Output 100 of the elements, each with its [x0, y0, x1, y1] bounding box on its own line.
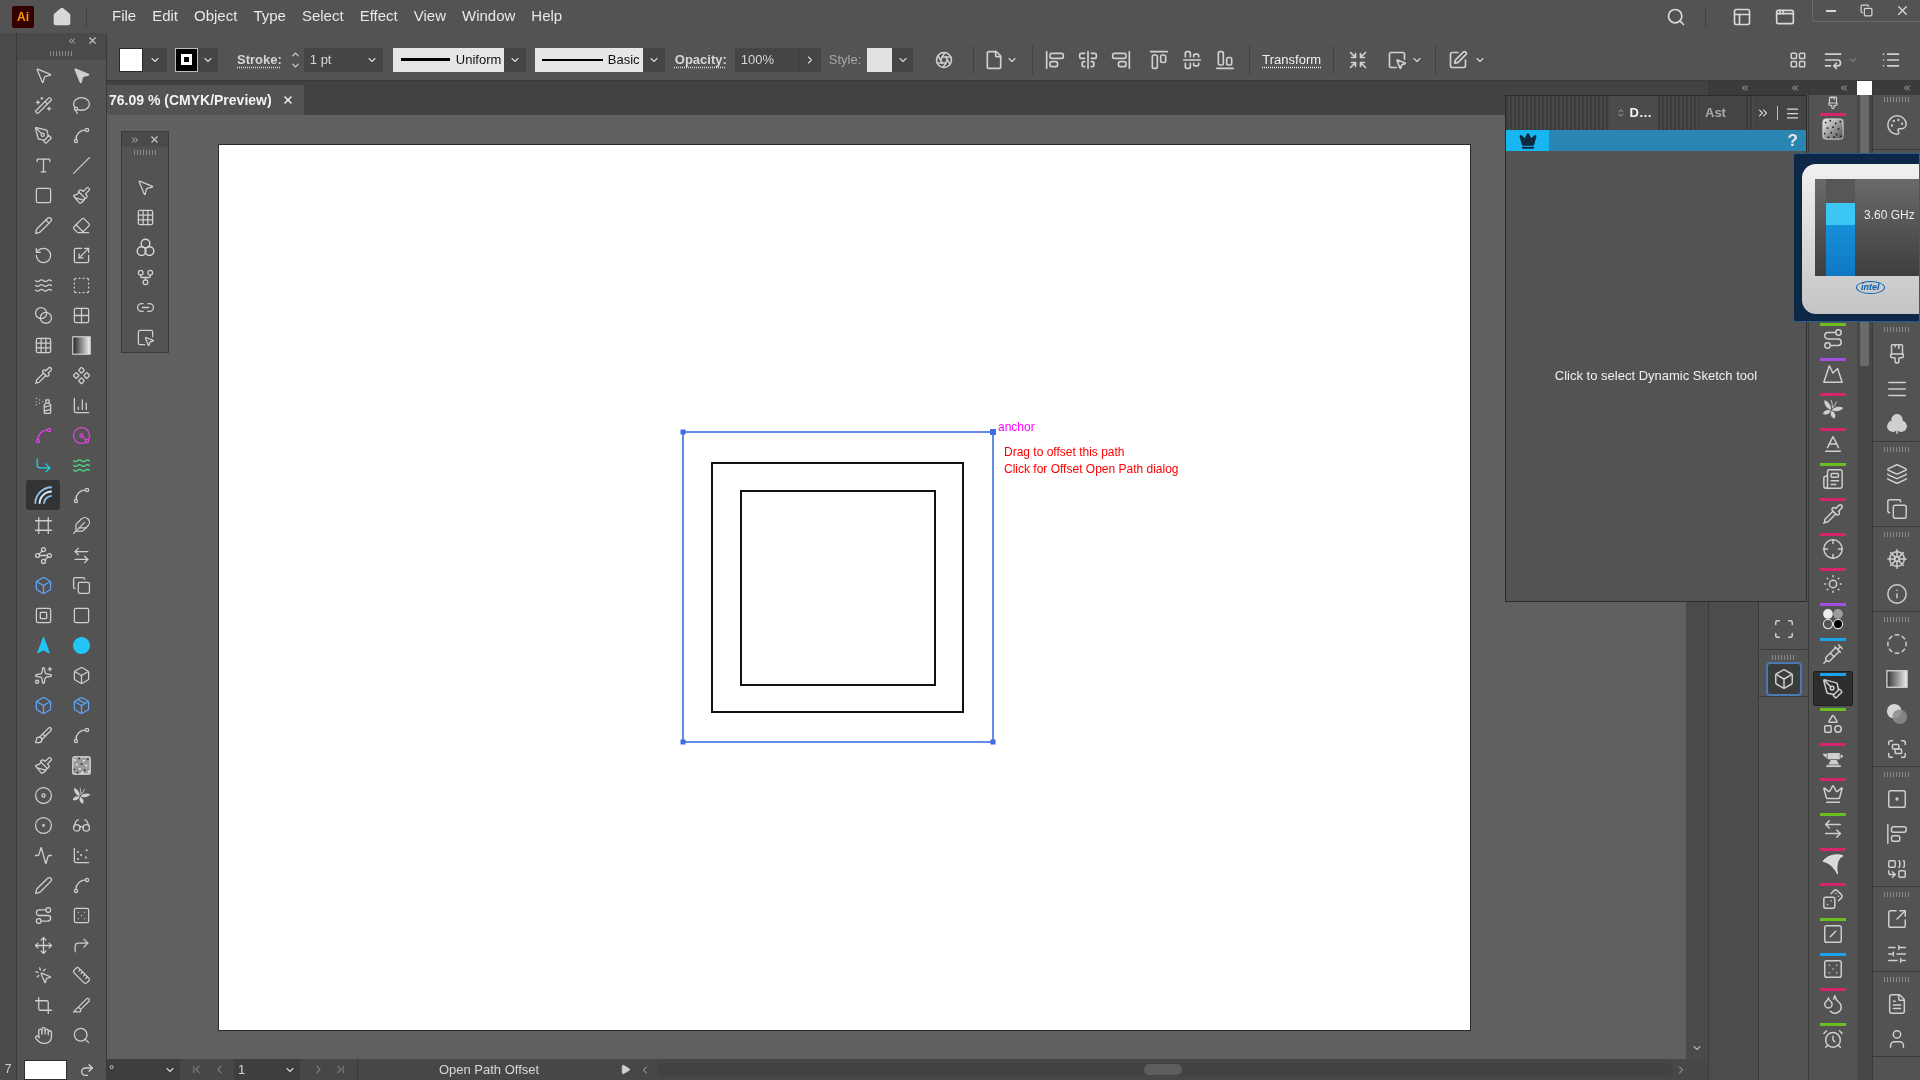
brush-dropdown[interactable]: Basic	[534, 47, 665, 72]
collapse-icon[interactable]	[1839, 83, 1849, 93]
panel-grip[interactable]	[134, 150, 156, 155]
scroll-thumb[interactable]	[1860, 95, 1869, 153]
square-path[interactable]	[740, 490, 936, 686]
crown-icon[interactable]	[1518, 131, 1537, 150]
menu-item[interactable]: Help	[523, 3, 571, 30]
document-tab[interactable]: 76.09 % (CMYK/Preview)	[107, 85, 304, 115]
align-middle-icon[interactable]	[1182, 49, 1203, 70]
ship-wheel-icon[interactable]	[1885, 547, 1908, 570]
style-button[interactable]	[867, 47, 914, 72]
panel-grip[interactable]	[1883, 97, 1910, 102]
paintbrush-icon[interactable]	[1826, 96, 1840, 110]
grouped-squares-icon[interactable]	[1885, 737, 1908, 760]
stroke-panel-link[interactable]: Stroke:	[237, 49, 282, 70]
align-bottom-icon[interactable]	[1215, 49, 1236, 70]
home-icon[interactable]	[52, 6, 72, 27]
file-icon[interactable]	[984, 49, 1005, 70]
collapse-icon[interactable]	[67, 35, 77, 46]
newspaper-icon	[1822, 468, 1844, 490]
close-icon[interactable]	[149, 134, 160, 145]
play-triangle-icon[interactable]	[620, 1064, 631, 1075]
menu-item[interactable]: Edit	[144, 3, 187, 30]
align-top-icon[interactable]	[1149, 49, 1170, 70]
pointer-square-icon[interactable]	[135, 327, 155, 347]
opacity-field[interactable]: 100%	[734, 47, 821, 72]
scroll-thumb[interactable]	[1860, 322, 1869, 366]
help-button[interactable]: ?	[1787, 127, 1798, 154]
anchor-point[interactable]	[990, 739, 996, 745]
anchor-label: anchor	[998, 419, 1035, 436]
collapse-icon[interactable]	[1902, 83, 1912, 93]
three-circles-icon[interactable]	[135, 237, 155, 257]
rotation-field[interactable]: °	[107, 1059, 180, 1080]
transform-panel-link[interactable]: Transform	[1262, 49, 1322, 70]
menu-item[interactable]: Object	[186, 3, 246, 30]
grid-icon[interactable]	[1789, 50, 1807, 69]
menu-icon[interactable]	[1785, 105, 1800, 121]
scroll-thumb[interactable]	[1144, 1064, 1182, 1075]
menu-item[interactable]: Effect	[351, 3, 406, 30]
minimize-icon	[1825, 9, 1836, 12]
menu-item[interactable]: View	[405, 3, 454, 30]
panel-grip[interactable]	[1771, 655, 1796, 660]
dotted-square-icon	[1822, 958, 1844, 980]
align-left-icon[interactable]	[1885, 822, 1908, 845]
collapse-icon[interactable]	[1790, 83, 1800, 93]
menu-item[interactable]: Select	[293, 3, 352, 30]
curved-arrow-icon[interactable]	[79, 1062, 95, 1078]
menu-item[interactable]: File	[104, 3, 145, 30]
stroke-profile-dropdown[interactable]: Uniform	[392, 47, 526, 72]
panel-scrollbar[interactable]	[1857, 322, 1872, 1080]
panel-icon-button[interactable]	[1765, 662, 1802, 696]
panel-tab[interactable]: D…	[1610, 96, 1658, 130]
menu-item[interactable]: Window	[453, 3, 524, 30]
panels-layout-icon[interactable]	[1732, 6, 1752, 27]
fill-color-button[interactable]	[119, 47, 167, 72]
fork-nodes-icon[interactable]	[135, 267, 155, 287]
anchor-point[interactable]	[680, 429, 686, 435]
page-field[interactable]: 1	[234, 1059, 300, 1080]
palette-icon[interactable]	[1885, 113, 1908, 136]
overlapping-circles-icon[interactable]	[1885, 702, 1908, 725]
dashed-circle-icon[interactable]	[1885, 632, 1908, 655]
vertical-scrollbar[interactable]	[1686, 602, 1708, 1059]
inset-square-icon	[33, 605, 53, 625]
close-icon[interactable]	[281, 94, 294, 106]
overlapping-squares-icon[interactable]	[1885, 497, 1908, 520]
align-left-icon[interactable]	[1045, 49, 1066, 70]
square-pen-icon[interactable]	[1448, 49, 1469, 70]
collapse-icon[interactable]	[1740, 83, 1750, 93]
club-icon[interactable]	[1885, 412, 1908, 435]
export-icon[interactable]	[1885, 907, 1908, 930]
selected-square-path[interactable]	[682, 431, 994, 743]
gradient-swatch-icon[interactable]	[1885, 667, 1908, 690]
menu-item[interactable]: Type	[245, 3, 294, 30]
status-menu-button[interactable]: Open Path Offset	[358, 1059, 620, 1080]
panel-tab[interactable]: Ast	[1699, 96, 1745, 130]
shrink-arrows-icon[interactable]	[1348, 49, 1369, 70]
grid-icon[interactable]	[135, 207, 155, 227]
anchor-point[interactable]	[680, 739, 686, 745]
plugin-button[interactable]	[1813, 671, 1853, 706]
sliders-icon[interactable]	[1885, 942, 1908, 965]
close-icon[interactable]	[87, 35, 98, 46]
shapes-icon	[1822, 713, 1844, 735]
search-icon[interactable]	[1666, 6, 1686, 27]
stroke-weight-field[interactable]: 1 pt	[303, 47, 383, 72]
fill-swatch-icon[interactable]	[24, 1060, 67, 1080]
expand-icon[interactable]	[130, 134, 140, 145]
square-icon	[71, 605, 91, 625]
tool-button[interactable]	[26, 480, 60, 510]
pointer-square-icon[interactable]	[1387, 49, 1408, 70]
more-tabs-icon[interactable]	[1756, 106, 1770, 120]
layers-icon[interactable]	[1885, 462, 1908, 485]
info-icon[interactable]	[1885, 582, 1908, 605]
horizontal-scrollbar[interactable]	[657, 1063, 1673, 1076]
opacity-panel-link[interactable]: Opacity:	[674, 49, 727, 70]
align-center-icon[interactable]	[1078, 49, 1099, 70]
stroke-color-button[interactable]	[175, 47, 218, 72]
square-path[interactable]	[711, 462, 964, 713]
combine-squares-icon[interactable]	[1885, 857, 1908, 880]
align-right-icon[interactable]	[1111, 49, 1132, 70]
aperture-icon[interactable]	[935, 50, 954, 69]
